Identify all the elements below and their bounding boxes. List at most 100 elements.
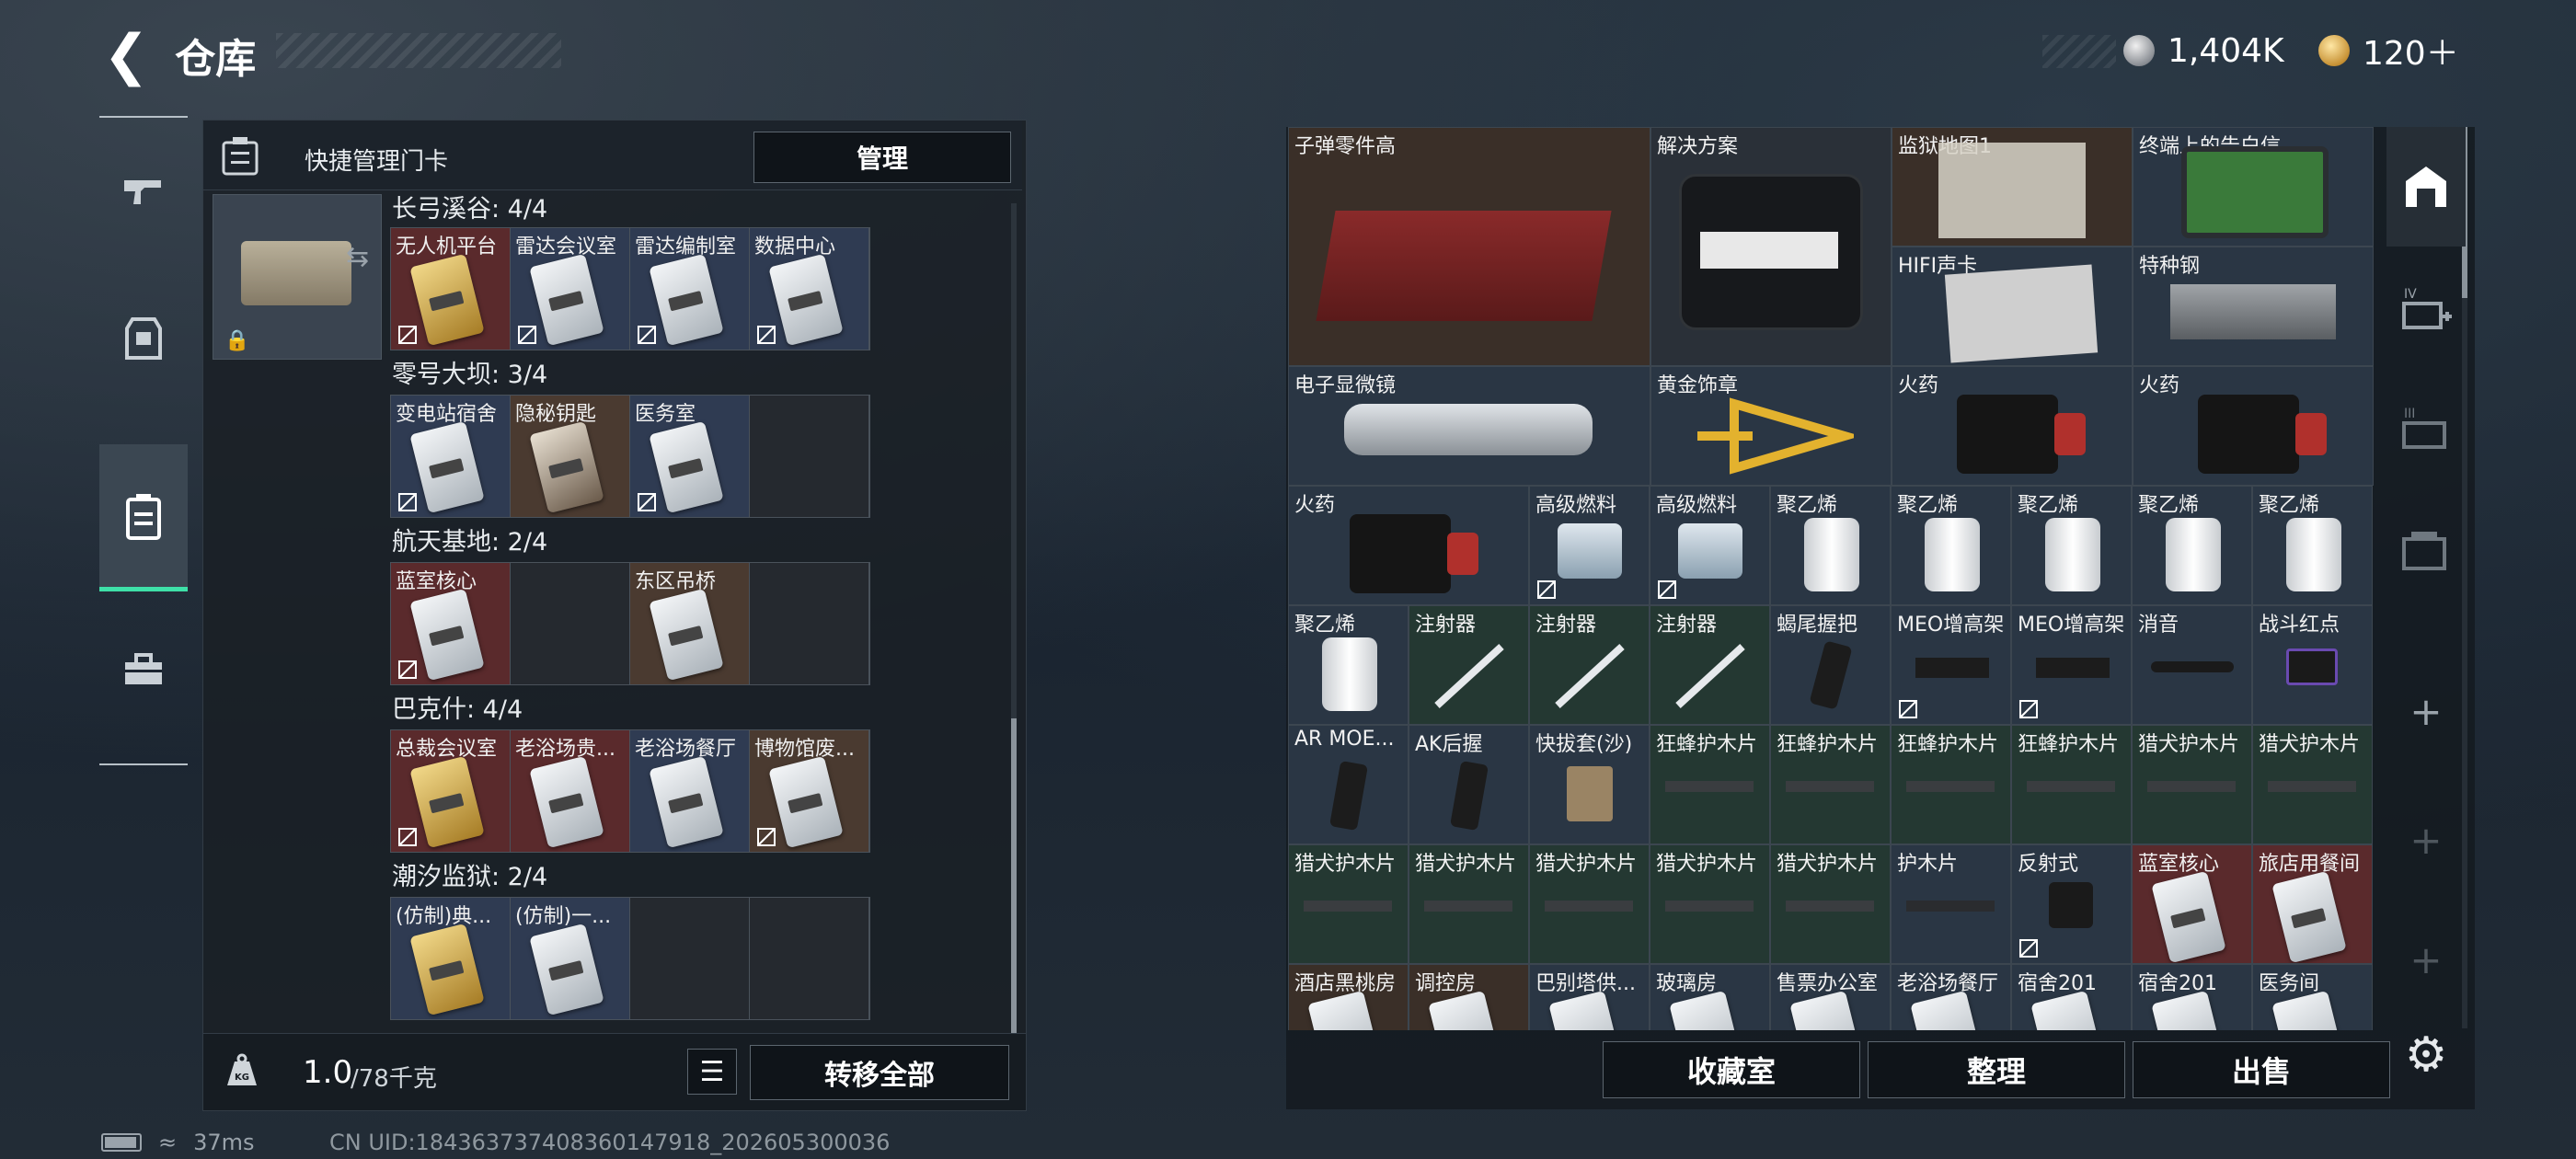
item-cell[interactable]: 特种钢	[2133, 247, 2374, 366]
item-cell[interactable]: 聚乙烯	[2132, 486, 2252, 605]
item-cell[interactable]: 售票办公室	[1770, 964, 1891, 1030]
item-cell[interactable]: MEO增高架	[1891, 605, 2011, 725]
item-cell[interactable]: 猎犬护木片	[1650, 844, 1770, 964]
item-cell[interactable]: 巴别塔供...	[1529, 964, 1650, 1030]
keycard-slot[interactable]: 东区吊桥	[630, 563, 750, 684]
nav-consumables[interactable]	[99, 596, 188, 743]
item-cell[interactable]: 猎犬护木片	[1409, 844, 1529, 964]
transfer-all-button[interactable]: 转移全部	[750, 1045, 1009, 1100]
collection-room-button[interactable]: 收藏室	[1603, 1041, 1860, 1098]
empty-keycard-slot[interactable]	[511, 563, 630, 684]
keycard-slot[interactable]: 雷达编制室	[630, 228, 750, 350]
item-cell[interactable]: 战斗红点	[2252, 605, 2373, 725]
item-cell[interactable]: 聚乙烯	[1891, 486, 2011, 605]
scrollbar-thumb[interactable]	[1011, 718, 1017, 1037]
item-cell[interactable]: 猎犬护木片	[2132, 725, 2252, 844]
keycard-holder-slot[interactable]: 🔒 ⇆	[213, 194, 382, 360]
item-cell[interactable]: AR MOE...	[1288, 725, 1409, 844]
storage-tab-iv[interactable]: IV	[2386, 251, 2466, 371]
sort-button[interactable]: 整理	[1868, 1041, 2125, 1098]
storage-tab-iii[interactable]: III	[2386, 371, 2466, 490]
nav-keycards[interactable]	[99, 444, 188, 591]
keycard-slot[interactable]: 总裁会议室	[391, 730, 511, 852]
settings-button[interactable]: ⚙	[2386, 995, 2466, 1115]
item-cell[interactable]: 火药	[2133, 366, 2374, 486]
item-cell[interactable]: 黄金饰章	[1650, 366, 1892, 486]
keycard-slot[interactable]: 变电站宿舍	[391, 396, 511, 517]
item-cell[interactable]: HIFI声卡	[1892, 247, 2133, 366]
empty-keycard-slot[interactable]	[630, 898, 750, 1019]
item-cell[interactable]: 老浴场餐厅	[1891, 964, 2011, 1030]
keycard-slot[interactable]: 老浴场餐厅	[630, 730, 750, 852]
item-cell[interactable]: 宿舍201	[2132, 964, 2252, 1030]
item-cell[interactable]: 护木片	[1891, 844, 2011, 964]
item-cell[interactable]: 狂蜂护木片	[1650, 725, 1770, 844]
item-cell[interactable]: 狂蜂护木片	[1770, 725, 1891, 844]
gold-currency[interactable]: 120＋	[2318, 28, 2459, 74]
empty-keycard-slot[interactable]	[750, 563, 869, 684]
item-cell[interactable]: AK后握	[1409, 725, 1529, 844]
item-cell[interactable]: 调控房	[1409, 964, 1529, 1030]
item-cell[interactable]: 旅店用餐间	[2252, 844, 2373, 964]
keycard-slot[interactable]: 数据中心	[750, 228, 869, 350]
keycard-scrollbar[interactable]	[1011, 203, 1017, 1050]
item-cell[interactable]: 注射器	[1529, 605, 1650, 725]
empty-keycard-slot[interactable]	[750, 396, 869, 517]
item-cell[interactable]: 高级燃料	[1529, 486, 1650, 605]
item-cell[interactable]: 聚乙烯	[1770, 486, 1891, 605]
item-cell[interactable]: 蝎尾握把	[1770, 605, 1891, 725]
keycard-slot[interactable]: 博物馆废...	[750, 730, 869, 852]
item-cell[interactable]: 注射器	[1409, 605, 1529, 725]
list-view-button[interactable]: ☰	[687, 1049, 737, 1095]
item-cell[interactable]: 快拔套(沙)	[1529, 725, 1650, 844]
back-icon[interactable]: ❮	[103, 28, 149, 83]
item-cell[interactable]: 解决方案	[1650, 127, 1892, 366]
item-cell[interactable]: 蓝室核心	[2132, 844, 2252, 964]
keycard-slot[interactable]: 蓝室核心	[391, 563, 511, 684]
nav-weapons[interactable]	[99, 118, 188, 265]
item-cell[interactable]: MEO增高架	[2011, 605, 2132, 725]
silver-currency[interactable]: 1,404K	[2123, 28, 2284, 74]
item-cell[interactable]: 聚乙烯	[2011, 486, 2132, 605]
add-storage-button[interactable]: +	[2386, 651, 2466, 771]
item-cell[interactable]: 猎犬护木片	[1529, 844, 1650, 964]
keycard-slot[interactable]: 医务室	[630, 396, 750, 517]
keycard-slot[interactable]: 老浴场贵...	[511, 730, 630, 852]
item-cell[interactable]: 宿舍201	[2011, 964, 2132, 1030]
item-cell[interactable]: 注射器	[1650, 605, 1770, 725]
nav-equipment[interactable]	[99, 265, 188, 412]
keycard-image	[409, 253, 485, 347]
keycard-slot[interactable]: (仿制)典...	[391, 898, 511, 1019]
empty-keycard-slot[interactable]	[750, 898, 869, 1019]
manage-button[interactable]: 管理	[753, 132, 1011, 183]
item-cell[interactable]: 聚乙烯	[1288, 605, 1409, 725]
item-cell[interactable]: 火药	[1892, 366, 2133, 486]
item-cell[interactable]: 高级燃料	[1650, 486, 1770, 605]
item-cell[interactable]: 酒店黑桃房	[1288, 964, 1409, 1030]
item-cell[interactable]: 狂蜂护木片	[2011, 725, 2132, 844]
item-cell[interactable]: 消音	[2132, 605, 2252, 725]
storage-tab-main[interactable]	[2386, 127, 2466, 247]
item-cell[interactable]: 监狱地图1	[1892, 127, 2133, 247]
item-cell[interactable]: 反射式	[2011, 844, 2132, 964]
item-cell[interactable]: 电子显微镜	[1288, 366, 1650, 486]
item-cell[interactable]: 猎犬护木片	[1288, 844, 1409, 964]
item-cell[interactable]: 聚乙烯	[2252, 486, 2373, 605]
no-collect-icon	[757, 828, 776, 846]
item-cell[interactable]: 医务间	[2252, 964, 2373, 1030]
sell-button[interactable]: 出售	[2133, 1041, 2390, 1098]
storage-tab-container[interactable]	[2386, 490, 2466, 610]
add-storage-button[interactable]: +	[2386, 780, 2466, 900]
keycard-slot[interactable]: 雷达会议室	[511, 228, 630, 350]
keycard-slot[interactable]: 无人机平台	[391, 228, 511, 350]
swap-icon[interactable]: ⇆	[346, 241, 369, 273]
keycard-slot[interactable]: (仿制)一...	[511, 898, 630, 1019]
item-cell[interactable]: 狂蜂护木片	[1891, 725, 2011, 844]
item-cell[interactable]: 子弹零件高	[1288, 127, 1650, 366]
item-cell[interactable]: 猎犬护木片	[2252, 725, 2373, 844]
item-cell[interactable]: 火药	[1288, 486, 1529, 605]
item-cell[interactable]: 终端上的告白信	[2133, 127, 2374, 247]
keycard-slot[interactable]: 隐秘钥匙	[511, 396, 630, 517]
item-cell[interactable]: 玻璃房	[1650, 964, 1770, 1030]
item-cell[interactable]: 猎犬护木片	[1770, 844, 1891, 964]
